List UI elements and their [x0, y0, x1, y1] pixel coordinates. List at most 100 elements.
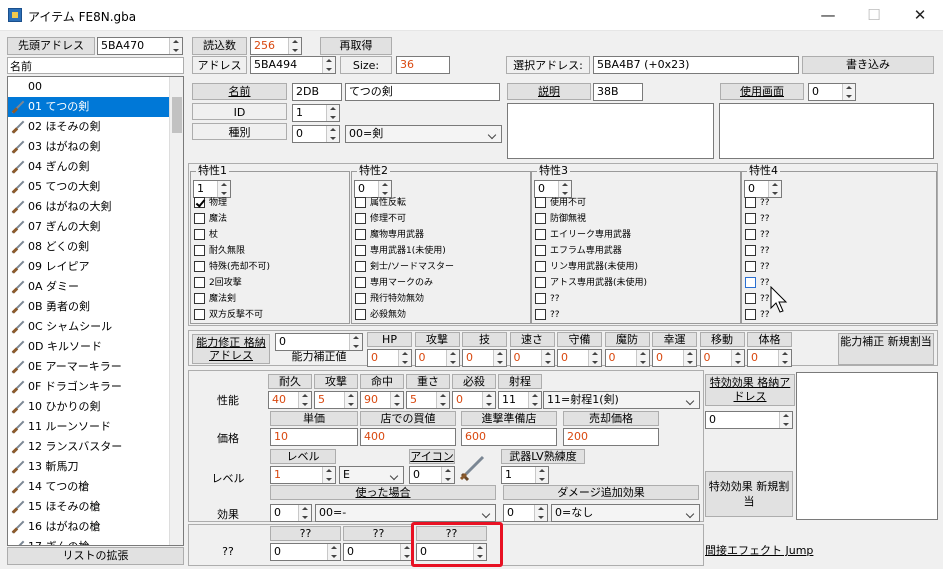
checkbox-icon[interactable]	[535, 293, 546, 304]
checkbox-icon[interactable]	[355, 245, 366, 256]
list-item[interactable]: 08 どくの剣	[8, 237, 170, 257]
attribute-checkbox[interactable]: 耐久無限	[194, 243, 245, 259]
spin-icon[interactable]	[528, 392, 541, 408]
description-button[interactable]: 説明	[507, 83, 591, 100]
read-count-button[interactable]: 読込数	[192, 37, 247, 55]
checkbox-icon[interactable]	[745, 309, 756, 320]
effect-input[interactable]: 0	[270, 504, 312, 522]
list-item[interactable]: 04 ぎんの剣	[8, 157, 170, 177]
checkbox-icon[interactable]	[194, 197, 205, 208]
list-item[interactable]: 10 ひかりの剣	[8, 397, 170, 417]
weapon-rank-select[interactable]: E	[339, 466, 404, 484]
checkbox-icon[interactable]	[745, 293, 756, 304]
level-input[interactable]: 1	[270, 466, 336, 484]
kind-select[interactable]: 00=剣	[345, 125, 502, 143]
unknown-input[interactable]: 0	[343, 543, 414, 561]
checkbox-icon[interactable]	[535, 229, 546, 240]
checkbox-icon[interactable]	[355, 229, 366, 240]
performance-input[interactable]: 90	[360, 391, 404, 409]
attribute-checkbox[interactable]: ??	[745, 211, 770, 227]
attribute-checkbox[interactable]: 魔物専用武器	[355, 227, 424, 243]
attribute-checkbox[interactable]: 属性反転	[355, 195, 406, 211]
checkbox-icon[interactable]	[535, 309, 546, 320]
checkbox-icon[interactable]	[745, 229, 756, 240]
checkbox-icon[interactable]	[355, 261, 366, 272]
attribute-checkbox[interactable]: 使用不可	[535, 195, 586, 211]
attribute-checkbox[interactable]: エフラム専用武器	[535, 243, 622, 259]
scrollbar-thumb[interactable]	[172, 97, 182, 133]
use-effect-button[interactable]: 使った場合	[270, 485, 496, 500]
spin-icon[interactable]	[588, 350, 601, 366]
usage-screen-input[interactable]: 0	[808, 83, 856, 101]
ability-input[interactable]: 0	[367, 349, 412, 367]
list-item[interactable]: 15 ほそみの槍	[8, 497, 170, 517]
performance-input[interactable]: 11	[498, 391, 542, 409]
checkbox-icon[interactable]	[535, 245, 546, 256]
list-item[interactable]: 03 はがねの剣	[8, 137, 170, 157]
performance-input[interactable]: 5	[314, 391, 358, 409]
base-address-input[interactable]: 5BA470	[97, 37, 183, 55]
item-list[interactable]: 00 01 てつの剣 02 ほそみの剣 03 はがねの剣 04 ぎんの剣 05 てつの大剣…	[7, 76, 184, 546]
icon-input[interactable]: 0	[409, 466, 455, 484]
price-input[interactable]: 400	[360, 428, 456, 446]
attribute-checkbox[interactable]: 必殺無効	[355, 307, 406, 323]
attribute-checkbox[interactable]: 魔法剣	[194, 291, 236, 307]
spin-icon[interactable]	[390, 392, 403, 408]
checkbox-icon[interactable]	[355, 293, 366, 304]
attribute-checkbox[interactable]: 専用マークのみ	[355, 275, 433, 291]
spin-icon[interactable]	[445, 350, 459, 366]
address-input[interactable]: 5BA494	[250, 56, 336, 74]
checkbox-icon[interactable]	[535, 213, 546, 224]
weapon-exp-input[interactable]: 1	[501, 466, 549, 484]
checkbox-icon[interactable]	[194, 277, 205, 288]
spin-icon[interactable]	[534, 505, 547, 521]
ability-input[interactable]: 0	[509, 349, 555, 367]
spin-icon[interactable]	[842, 84, 855, 100]
attribute-checkbox[interactable]: ??	[535, 307, 560, 323]
attribute-checkbox[interactable]: ??	[745, 275, 770, 291]
checkbox-icon[interactable]	[535, 261, 546, 272]
attribute-checkbox[interactable]: ??	[745, 307, 770, 323]
list-item[interactable]: 0E アーマーキラー	[8, 357, 170, 377]
spin-icon[interactable]	[169, 38, 182, 54]
spin-icon[interactable]	[322, 467, 335, 483]
spin-icon[interactable]	[635, 350, 649, 366]
checkbox-icon[interactable]	[355, 309, 366, 320]
list-item[interactable]: 0F ドラゴンキラー	[8, 377, 170, 397]
ability-input[interactable]: 0	[604, 349, 650, 367]
list-item[interactable]: 06 はがねの大剣	[8, 197, 170, 217]
list-item[interactable]: 17 ぎんの槍	[8, 537, 170, 545]
usage-screen-text[interactable]	[719, 103, 934, 159]
name-text-input[interactable]: てつの剣	[345, 83, 500, 101]
attribute-checkbox[interactable]: アトス専用武器(未使用)	[535, 275, 647, 291]
ability-alloc-button[interactable]: 能力補正 新規割当	[838, 333, 934, 365]
performance-input[interactable]: 40	[268, 391, 312, 409]
attribute-checkbox[interactable]: 飛行特効無効	[355, 291, 424, 307]
id-input[interactable]: 1	[292, 104, 340, 122]
selected-address-input[interactable]: 5BA4B7 (+0x23)	[593, 56, 799, 74]
special-effect-alloc-button[interactable]: 特効効果 新規割当	[705, 471, 793, 517]
expand-list-button[interactable]: リストの拡張	[7, 547, 184, 565]
checkbox-icon[interactable]	[194, 293, 205, 304]
attribute-checkbox[interactable]: ??	[745, 227, 770, 243]
checkbox-icon[interactable]	[194, 245, 205, 256]
ability-input[interactable]: 0	[462, 349, 507, 367]
spin-icon[interactable]	[778, 350, 791, 366]
checkbox-icon[interactable]	[745, 245, 756, 256]
attribute-checkbox[interactable]: 2回攻撃	[194, 275, 242, 291]
spin-icon[interactable]	[436, 392, 449, 408]
attribute-checkbox[interactable]: 修理不可	[355, 211, 406, 227]
list-item[interactable]: 09 レイピア	[8, 257, 170, 277]
list-item[interactable]: 0A ダミー	[8, 277, 170, 297]
list-scrollbar[interactable]	[169, 77, 183, 545]
ability-input[interactable]: 0	[414, 349, 460, 367]
damage-effect-select[interactable]: 0=なし	[551, 504, 700, 522]
special-effect-input[interactable]: 0	[705, 411, 793, 429]
description-text[interactable]	[507, 103, 714, 159]
attribute-checkbox[interactable]: ??	[745, 243, 770, 259]
attribute-checkbox[interactable]: 物理	[194, 195, 227, 211]
spin-icon[interactable]	[349, 334, 362, 350]
unknown-input[interactable]: 0	[270, 543, 341, 561]
spin-icon[interactable]	[326, 105, 339, 121]
price-input[interactable]: 200	[563, 428, 659, 446]
